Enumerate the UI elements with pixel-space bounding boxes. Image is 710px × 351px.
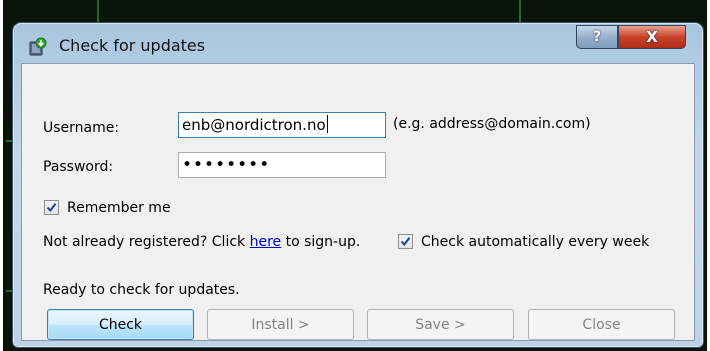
background-line [97,0,99,22]
register-prefix: Not already registered? Click [43,234,250,250]
checkmark-icon [400,237,411,247]
sign-up-link[interactable]: here [250,234,282,250]
register-text: Not already registered? Click here to si… [43,234,360,250]
install-button[interactable]: Install > [207,309,354,340]
remember-me-checkbox[interactable] [44,200,59,215]
app-update-icon [27,37,47,57]
password-mask: •••••••• [182,155,271,175]
title-bar[interactable]: Check for updates ? X [13,23,703,61]
checkmark-icon [46,203,57,213]
password-input[interactable]: •••••••• [178,152,386,178]
window-title: Check for updates [59,36,206,55]
status-text: Ready to check for updates. [43,282,240,298]
close-button[interactable]: Close [528,309,675,340]
help-button[interactable]: ? [576,25,618,49]
remember-me-label[interactable]: Remember me [67,200,171,216]
close-icon: X [646,28,658,46]
update-dialog: Check for updates ? X Username: enb@nord… [12,22,704,348]
window-close-button[interactable]: X [618,25,686,49]
register-suffix: to sign-up. [281,234,361,250]
text-caret [326,115,328,133]
check-button[interactable]: Check [47,309,194,340]
password-label: Password: [43,159,114,175]
save-button[interactable]: Save > [367,309,514,340]
auto-check-label[interactable]: Check automatically every week [421,234,649,250]
username-label: Username: [43,120,120,136]
help-icon: ? [592,29,602,45]
username-input[interactable]: enb@nordictron.no [178,112,386,138]
username-value: enb@nordictron.no [182,116,326,134]
auto-check-checkbox[interactable] [398,234,413,249]
username-hint: (e.g. address@domain.com) [393,116,591,132]
dialog-content: Username: enb@nordictron.no (e.g. addres… [21,63,695,341]
background-line [519,0,521,22]
